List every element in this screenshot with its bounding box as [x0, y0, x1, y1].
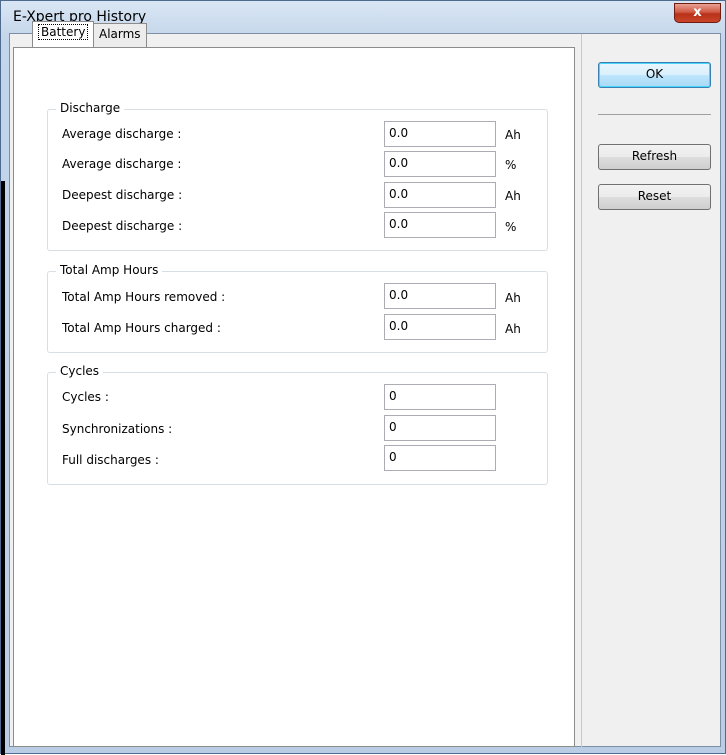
average-discharge-ah-unit: Ah [505, 128, 521, 142]
discharge-group-legend: Discharge [56, 101, 125, 115]
left-edge-strip [1, 181, 5, 755]
amp-hours-charged-unit: Ah [505, 322, 521, 336]
full-discharges-field[interactable]: 0 [384, 445, 496, 471]
deepest-discharge-ah-unit: Ah [505, 189, 521, 203]
tab-battery[interactable]: Battery [32, 21, 95, 47]
synchronizations-field[interactable]: 0 [384, 415, 496, 441]
close-button[interactable]: x [674, 3, 721, 23]
ok-button[interactable]: OK [598, 62, 711, 88]
close-icon: x [693, 5, 702, 20]
button-column-divider [581, 34, 582, 747]
average-discharge-pct-unit: % [505, 158, 517, 172]
cycles-label: Cycles : [62, 390, 109, 404]
refresh-button-label: Refresh [631, 149, 678, 163]
average-discharge-ah-label: Average discharge : [62, 127, 182, 141]
full-discharges-label: Full discharges : [62, 453, 159, 467]
button-separator [598, 114, 711, 115]
average-discharge-pct-field[interactable]: 0.0 [384, 151, 496, 177]
amp-hours-charged-label: Total Amp Hours charged : [62, 321, 221, 335]
reset-button-label: Reset [637, 189, 672, 203]
tab-panel-battery: Discharge Average discharge : 0.0 Ah Ave… [13, 47, 575, 747]
reset-button[interactable]: Reset [598, 184, 711, 210]
deepest-discharge-pct-label: Deepest discharge : [62, 219, 183, 233]
amp-hours-removed-unit: Ah [505, 291, 521, 305]
deepest-discharge-ah-field[interactable]: 0.0 [384, 182, 496, 208]
tab-alarms[interactable]: Alarms [93, 23, 147, 47]
average-discharge-ah-field[interactable]: 0.0 [384, 121, 496, 147]
amp-hours-group-legend: Total Amp Hours [56, 263, 163, 277]
amp-hours-removed-label: Total Amp Hours removed : [62, 290, 226, 304]
deepest-discharge-ah-label: Deepest discharge : [62, 188, 183, 202]
tab-battery-label: Battery [38, 24, 89, 40]
amp-hours-charged-field[interactable]: 0.0 [384, 314, 496, 340]
ok-button-label: OK [645, 67, 664, 81]
amp-hours-removed-field[interactable]: 0.0 [384, 283, 496, 309]
refresh-button[interactable]: Refresh [598, 144, 711, 170]
cycles-group-legend: Cycles [56, 364, 104, 378]
deepest-discharge-pct-unit: % [505, 220, 517, 234]
window-frame: E-Xpert pro History x Battery Alarms Dis… [0, 0, 726, 755]
synchronizations-label: Synchronizations : [62, 422, 173, 436]
average-discharge-pct-label: Average discharge : [62, 157, 182, 171]
tab-alarms-label: Alarms [99, 27, 141, 41]
deepest-discharge-pct-field[interactable]: 0.0 [384, 212, 496, 238]
cycles-field[interactable]: 0 [384, 384, 496, 410]
